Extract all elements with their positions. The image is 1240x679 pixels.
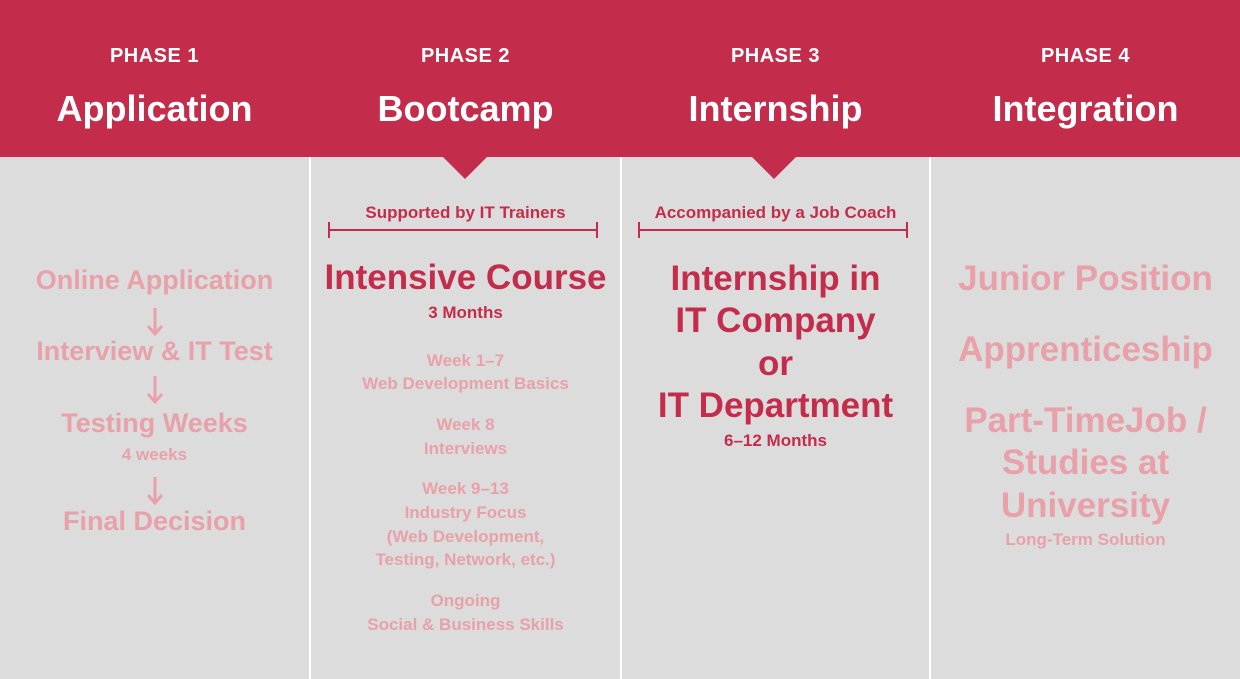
step-interview-it-test: Interview & IT Test — [36, 336, 273, 366]
outcome-note: Long-Term Solution — [1005, 530, 1166, 549]
intensive-course-heading: Intensive Course — [324, 258, 607, 297]
internship-heading-line: IT Department — [657, 386, 894, 425]
schedule-period: Week 9–13 — [422, 479, 509, 498]
phase-2-label: PHASE 2 — [420, 45, 511, 67]
down-arrow-icon — [146, 308, 163, 336]
schedule-topic: Industry Focus — [404, 503, 527, 522]
internship-heading-line: Internship in — [670, 259, 881, 298]
outcome-apprenticeship: Apprenticeship — [958, 330, 1213, 369]
course-duration: 3 Months — [428, 303, 503, 322]
support-bracket — [328, 222, 598, 238]
down-arrow-icon — [146, 477, 163, 505]
phase-2-title: Bootcamp — [377, 88, 554, 129]
testing-duration: 4 weeks — [121, 445, 188, 464]
step-final-decision: Final Decision — [62, 506, 247, 536]
schedule-topic: Web Development Basics — [362, 374, 569, 393]
phase-4-column: PHASE 4 Integration Junior Position Appr… — [931, 0, 1240, 679]
phase-3-title: Internship — [688, 88, 863, 129]
phase-4-label: PHASE 4 — [1040, 45, 1131, 67]
schedule-detail: (Web Development, — [386, 527, 545, 546]
outcome-part-time-line: Part-TimeJob / — [964, 401, 1207, 440]
phase-1-title: Application — [56, 88, 253, 129]
internship-heading-line: IT Company — [675, 301, 876, 340]
support-bracket — [638, 222, 908, 238]
phase-1-label: PHASE 1 — [109, 45, 200, 67]
support-label: Supported by IT Trainers — [365, 203, 566, 222]
outcome-part-time-line: Studies at — [1001, 443, 1170, 482]
schedule-period: Week 1–7 — [426, 351, 505, 370]
schedule-period: Week 8 — [436, 415, 495, 434]
phase-3-label: PHASE 3 — [730, 45, 821, 67]
schedule-topic: Interviews — [423, 439, 508, 458]
phase-1-column: PHASE 1 Application Online Application I… — [0, 0, 309, 679]
internship-duration: 6–12 Months — [724, 431, 827, 450]
phase-4-title: Integration — [992, 88, 1179, 129]
phase-2-column: PHASE 2 Bootcamp Supported by IT Trainer… — [311, 0, 620, 679]
outcome-part-time-line: University — [1000, 486, 1171, 525]
pointer-notch — [751, 156, 797, 179]
step-testing-weeks: Testing Weeks — [61, 408, 248, 438]
down-arrow-icon — [146, 376, 163, 404]
outcome-junior-position: Junior Position — [958, 259, 1213, 298]
step-online-application: Online Application — [35, 265, 274, 295]
schedule-period: Ongoing — [430, 591, 501, 610]
schedule-detail: Testing, Network, etc.) — [375, 550, 556, 569]
pointer-notch — [442, 156, 488, 179]
internship-heading-line: or — [758, 344, 793, 383]
phase-3-column: PHASE 3 Internship Accompanied by a Job … — [622, 0, 929, 679]
schedule-topic: Social & Business Skills — [367, 615, 564, 634]
support-label: Accompanied by a Job Coach — [654, 203, 897, 222]
